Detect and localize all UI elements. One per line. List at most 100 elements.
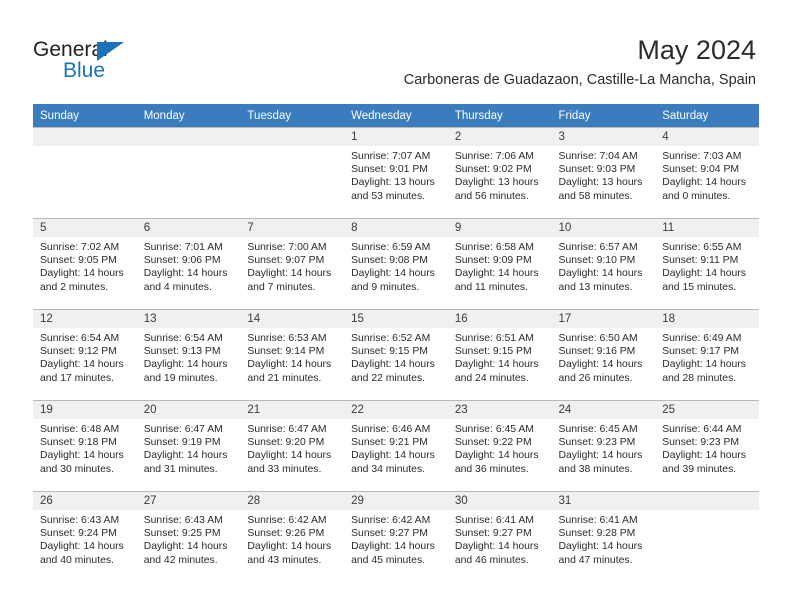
day-details: Sunrise: 6:45 AM Sunset: 9:22 PM Daylight:… xyxy=(448,419,552,476)
day-detail-line: Sunset: 9:06 PM xyxy=(143,255,221,267)
day-number: 22 xyxy=(344,401,448,419)
day-cell[interactable]: 24 Sunrise: 6:45 AM Sunset: 9:23 PM Dayligh… xyxy=(551,400,656,492)
weekday-header-thursday: Thursday xyxy=(447,104,552,128)
day-detail-line: and 30 minutes. xyxy=(40,463,114,475)
day-detail-line: and 40 minutes. xyxy=(40,554,114,566)
day-cell-inner xyxy=(33,128,137,217)
logo-text-blue: Blue xyxy=(63,59,106,82)
day-detail-line: Daylight: 14 hours xyxy=(558,541,643,553)
day-detail-line: Daylight: 13 hours xyxy=(454,177,539,189)
day-detail-line: Sunrise: 6:44 AM xyxy=(662,424,742,435)
day-cell[interactable]: 31 Sunrise: 6:41 AM Sunset: 9:28 PM Dayligh… xyxy=(551,491,656,582)
day-detail-line: Sunset: 9:11 PM xyxy=(662,255,739,267)
day-details: Sunrise: 6:53 AM Sunset: 9:14 PM Daylight:… xyxy=(240,328,344,385)
day-cell[interactable]: 11 Sunrise: 6:55 AM Sunset: 9:11 PM Dayligh… xyxy=(655,218,759,310)
day-detail-line: Sunrise: 6:49 AM xyxy=(662,333,742,344)
day-cell[interactable]: 7 Sunrise: 7:00 AM Sunset: 9:07 PM Daylight… xyxy=(240,218,345,310)
day-detail-line: Sunset: 9:07 PM xyxy=(247,255,325,267)
day-cell[interactable]: 1 Sunrise: 7:07 AM Sunset: 9:01 PM Daylight… xyxy=(344,127,448,219)
day-cell[interactable]: 29 Sunrise: 6:42 AM Sunset: 9:27 PM Dayligh… xyxy=(344,491,448,582)
day-detail-line: and 9 minutes. xyxy=(351,281,420,293)
day-cell[interactable]: 22 Sunrise: 6:46 AM Sunset: 9:21 PM Dayligh… xyxy=(344,400,448,492)
day-detail-line: and 39 minutes. xyxy=(662,463,737,475)
day-cell[interactable]: 2 Sunrise: 7:06 AM Sunset: 9:02 PM Daylight… xyxy=(447,127,552,219)
general-blue-logo[interactable]: General Blue xyxy=(33,38,223,84)
location-subtitle: Carboneras de Guadazaon, Castille-La Man… xyxy=(403,72,756,88)
day-number: 9 xyxy=(447,219,552,237)
day-cell[interactable]: 27 Sunrise: 6:43 AM Sunset: 9:25 PM Dayligh… xyxy=(136,491,241,582)
day-detail-line: Sunrise: 7:02 AM xyxy=(40,242,120,253)
day-detail-line: and 31 minutes. xyxy=(143,463,218,475)
day-detail-line: and 42 minutes. xyxy=(143,554,218,566)
day-cell[interactable]: 9 Sunrise: 6:58 AM Sunset: 9:09 PM Daylight… xyxy=(447,218,552,310)
day-detail-line: Sunset: 9:25 PM xyxy=(143,528,221,540)
day-cell[interactable]: 6 Sunrise: 7:01 AM Sunset: 9:06 PM Daylight… xyxy=(136,218,241,310)
day-detail-line: Sunrise: 6:45 AM xyxy=(558,424,638,435)
day-detail-line: and 7 minutes. xyxy=(247,281,316,293)
day-details: Sunrise: 6:51 AM Sunset: 9:15 PM Daylight:… xyxy=(448,328,552,385)
day-detail-line: and 19 minutes. xyxy=(143,372,218,384)
day-cell[interactable]: 17 Sunrise: 6:50 AM Sunset: 9:16 PM Dayligh… xyxy=(551,309,656,401)
day-cell[interactable]: 8 Sunrise: 6:59 AM Sunset: 9:08 PM Daylight… xyxy=(344,218,448,310)
day-detail-line: Sunrise: 6:41 AM xyxy=(454,515,534,526)
day-details: Sunrise: 7:02 AM Sunset: 9:05 PM Daylight:… xyxy=(33,237,137,294)
day-details: Sunrise: 6:59 AM Sunset: 9:08 PM Daylight:… xyxy=(344,237,448,294)
day-detail-line: Daylight: 14 hours xyxy=(351,359,435,371)
day-detail-line: Daylight: 14 hours xyxy=(40,268,124,280)
day-cell[interactable]: 3 Sunrise: 7:04 AM Sunset: 9:03 PM Daylight… xyxy=(551,127,656,219)
day-detail-line: Daylight: 13 hours xyxy=(351,177,435,189)
day-cell[interactable]: 16 Sunrise: 6:51 AM Sunset: 9:15 PM Dayligh… xyxy=(447,309,552,401)
day-detail-line: Sunset: 9:02 PM xyxy=(454,164,532,176)
day-detail-line: Sunset: 9:01 PM xyxy=(351,164,428,176)
day-cell[interactable]: 19 Sunrise: 6:48 AM Sunset: 9:18 PM Dayligh… xyxy=(33,400,137,492)
day-cell[interactable]: 23 Sunrise: 6:45 AM Sunset: 9:22 PM Dayligh… xyxy=(447,400,552,492)
day-cell-inner xyxy=(136,128,241,217)
day-cell-inner: 22 Sunrise: 6:46 AM Sunset: 9:21 PM Dayligh… xyxy=(344,401,448,490)
day-cell[interactable]: 30 Sunrise: 6:41 AM Sunset: 9:27 PM Dayligh… xyxy=(447,491,552,582)
day-cell-inner: 13 Sunrise: 6:54 AM Sunset: 9:13 PM Dayligh… xyxy=(136,310,241,399)
weekday-header-saturday: Saturday xyxy=(655,104,759,128)
day-number xyxy=(240,128,345,146)
day-detail-line: Sunset: 9:05 PM xyxy=(40,255,117,267)
day-cell-inner: 21 Sunrise: 6:47 AM Sunset: 9:20 PM Dayligh… xyxy=(240,401,345,490)
day-cell[interactable]: 25 Sunrise: 6:44 AM Sunset: 9:23 PM Dayligh… xyxy=(655,400,759,492)
day-detail-line: Sunset: 9:04 PM xyxy=(662,164,740,176)
day-cell[interactable]: 12 Sunrise: 6:54 AM Sunset: 9:12 PM Dayligh… xyxy=(33,309,137,401)
day-cell[interactable]: 15 Sunrise: 6:52 AM Sunset: 9:15 PM Dayligh… xyxy=(344,309,448,401)
day-detail-line: Sunset: 9:18 PM xyxy=(40,437,117,449)
day-details: Sunrise: 7:07 AM Sunset: 9:01 PM Daylight:… xyxy=(344,146,448,203)
day-cell[interactable]: 14 Sunrise: 6:53 AM Sunset: 9:14 PM Dayligh… xyxy=(240,309,345,401)
day-number: 23 xyxy=(447,401,552,419)
day-cell[interactable]: 4 Sunrise: 7:03 AM Sunset: 9:04 PM Daylight… xyxy=(655,127,759,219)
day-detail-line: Sunset: 9:21 PM xyxy=(351,437,428,449)
day-detail-line: and 53 minutes. xyxy=(351,190,426,202)
day-number xyxy=(33,128,137,146)
day-cell[interactable]: 18 Sunrise: 6:49 AM Sunset: 9:17 PM Dayligh… xyxy=(655,309,759,401)
day-cell[interactable]: 28 Sunrise: 6:42 AM Sunset: 9:26 PM Dayligh… xyxy=(240,491,345,582)
day-detail-line: Sunset: 9:27 PM xyxy=(351,528,428,540)
day-number: 6 xyxy=(136,219,241,237)
day-detail-line: and 58 minutes. xyxy=(558,190,633,202)
day-cell[interactable]: 5 Sunrise: 7:02 AM Sunset: 9:05 PM Daylight… xyxy=(33,218,137,310)
day-cell[interactable]: 10 Sunrise: 6:57 AM Sunset: 9:10 PM Dayligh… xyxy=(551,218,656,310)
day-cell-inner: 8 Sunrise: 6:59 AM Sunset: 9:08 PM Daylight… xyxy=(344,219,448,308)
calendar-body: 1 Sunrise: 7:07 AM Sunset: 9:01 PM Daylight… xyxy=(33,127,759,582)
day-detail-line: and 2 minutes. xyxy=(40,281,109,293)
day-detail-line: Sunset: 9:08 PM xyxy=(351,255,428,267)
day-detail-line: Sunset: 9:23 PM xyxy=(662,437,740,449)
day-details: Sunrise: 6:44 AM Sunset: 9:23 PM Daylight:… xyxy=(655,419,759,476)
day-detail-line: and 34 minutes. xyxy=(351,463,426,475)
day-details: Sunrise: 6:55 AM Sunset: 9:11 PM Daylight:… xyxy=(655,237,759,294)
day-cell[interactable]: 26 Sunrise: 6:43 AM Sunset: 9:24 PM Dayligh… xyxy=(33,491,137,582)
week-row: 26 Sunrise: 6:43 AM Sunset: 9:24 PM Dayligh… xyxy=(33,491,759,582)
day-cell-inner: 24 Sunrise: 6:45 AM Sunset: 9:23 PM Dayligh… xyxy=(551,401,656,490)
day-cell[interactable]: 21 Sunrise: 6:47 AM Sunset: 9:20 PM Dayligh… xyxy=(240,400,345,492)
day-cell[interactable]: 13 Sunrise: 6:54 AM Sunset: 9:13 PM Dayligh… xyxy=(136,309,241,401)
day-detail-line: Sunset: 9:26 PM xyxy=(247,528,325,540)
day-details: Sunrise: 6:50 AM Sunset: 9:16 PM Daylight:… xyxy=(552,328,656,385)
day-number: 7 xyxy=(240,219,345,237)
day-cell[interactable]: 20 Sunrise: 6:47 AM Sunset: 9:19 PM Dayligh… xyxy=(136,400,241,492)
day-number: 28 xyxy=(240,492,345,510)
day-detail-line: Sunset: 9:24 PM xyxy=(40,528,117,540)
sunrise-sunset-calendar: Sunday Monday Tuesday Wednesday Thursday Frid… xyxy=(33,104,759,582)
